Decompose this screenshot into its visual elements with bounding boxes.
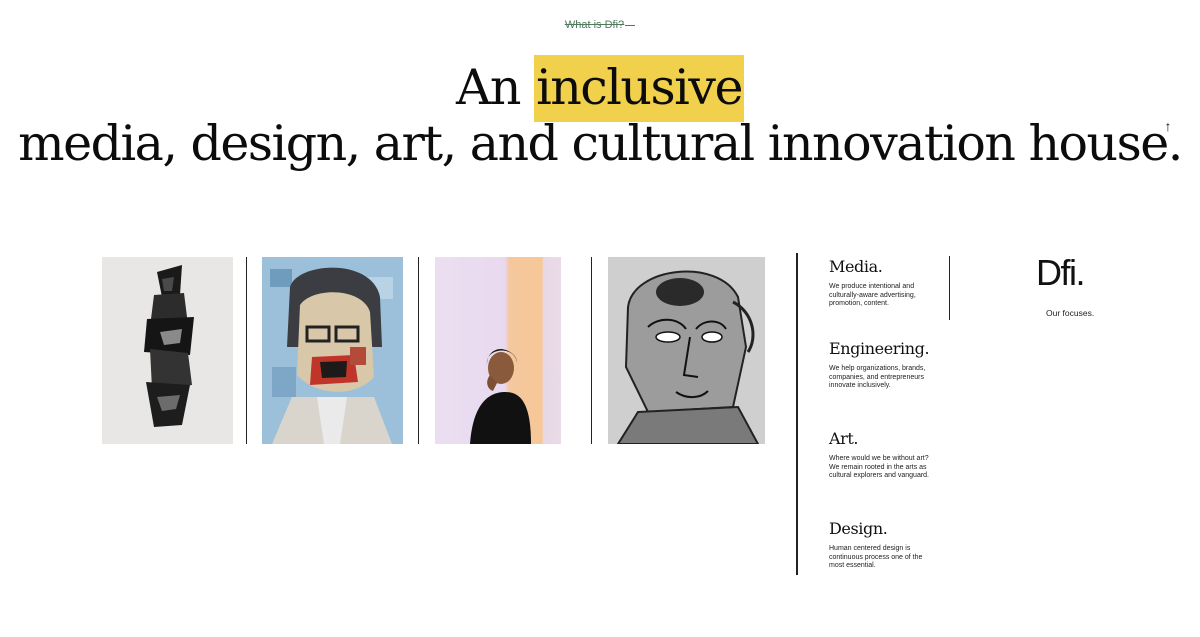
focus-engineering: Engineering. We help organizations, bran… [829,339,930,391]
gallery-collage-portrait[interactable] [102,257,233,444]
focus-engineering-title: Engineering. [829,339,930,358]
scroll-top-arrow-icon[interactable]: ↑ [1161,118,1175,134]
photo-portrait-art [470,349,531,444]
focus-media: Media. We produce intentional and cultur… [829,257,929,309]
media-right-rule [949,256,950,320]
headline-lead: An [456,59,535,116]
our-focuses-caption: Our focuses. [1046,308,1095,318]
gallery-sketch-portrait[interactable] [608,257,765,444]
hero-headline: An inclusive media, design, art, and cul… [0,55,1200,172]
collage-portrait-art [144,265,194,427]
focus-media-text: We produce intentional and culturally-aw… [829,283,916,308]
gallery-divider-1 [246,257,247,444]
focus-engineering-text: We help organizations, brands, companies… [829,365,926,390]
what-is-dfi-link-wrap: What is Dfi? [0,19,1200,31]
focus-design: Design. Human centered design is continu… [829,519,929,571]
gallery-divider-3 [591,257,592,444]
headline-rest: media, design, art, and cultural innovat… [18,115,1183,172]
dfi-logo[interactable]: Dfi. [1036,253,1086,293]
gallery-mosaic-portrait[interactable] [262,257,403,444]
what-is-dfi-link[interactable]: What is Dfi? [565,19,624,31]
mosaic-portrait-art [262,257,403,444]
gallery-divider-2 [418,257,419,444]
gallery-photo-portrait[interactable] [435,257,561,444]
focus-art-text: Where would we be without art? We remain… [829,455,930,480]
focus-media-title: Media. [829,257,883,276]
focus-art: Art. Where would we be without art? We r… [829,429,929,481]
focus-art-title: Art. [829,429,859,448]
focus-design-text: Human centered design is continuous proc… [829,545,923,570]
sketch-portrait-art [608,257,765,444]
focus-design-title: Design. [829,519,888,538]
headline-highlight: inclusive [534,55,744,122]
focuses-left-rule [796,253,798,575]
link-underline-tail [625,24,636,26]
